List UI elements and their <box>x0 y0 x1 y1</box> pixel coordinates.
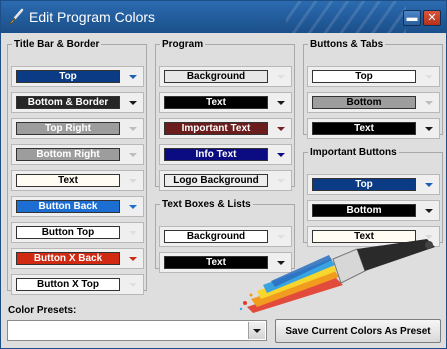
color-swatch[interactable]: Top <box>312 178 416 191</box>
color-picker-important-bottom[interactable]: Bottom <box>307 200 440 221</box>
color-presets-dropdown[interactable] <box>7 320 267 341</box>
window-title: Edit Program Colors <box>29 9 156 25</box>
dropdown-arrow-icon[interactable] <box>275 97 287 109</box>
dropdown-arrow-icon[interactable] <box>275 175 287 187</box>
dropdown-arrow-icon[interactable] <box>127 253 139 265</box>
group-title-bar-border: Title Bar & Border Top Bottom & Border T… <box>7 39 147 295</box>
minimize-button[interactable]: ▬ <box>403 10 421 26</box>
color-swatch[interactable]: Top <box>312 70 416 83</box>
dropdown-arrow-icon[interactable] <box>127 227 139 239</box>
color-swatch[interactable]: Bottom & Border <box>16 96 120 109</box>
title-bar-decoration <box>286 1 406 33</box>
color-picker-program-background[interactable]: Background <box>159 66 292 87</box>
dropdown-arrow-icon[interactable] <box>127 279 139 291</box>
color-picker-tabs-text[interactable]: Text <box>307 118 440 139</box>
group-legend: Program <box>162 39 204 50</box>
dropdown-arrow-icon[interactable] <box>127 71 139 83</box>
color-picker-title-top-right[interactable]: Top Right <box>11 118 144 139</box>
color-swatch[interactable]: Top Right <box>16 122 120 135</box>
paintbrush-app-icon <box>7 8 25 26</box>
group-program: Program Background Text Important Text I… <box>155 39 295 191</box>
color-swatch[interactable]: Button Top <box>16 226 120 239</box>
dropdown-arrow-icon[interactable] <box>423 97 435 109</box>
color-picker-button-back[interactable]: Button Back <box>11 196 144 217</box>
color-picker-title-bottom-right[interactable]: Bottom Right <box>11 144 144 165</box>
dropdown-arrow-icon[interactable] <box>423 179 435 191</box>
chevron-down-icon <box>253 329 261 333</box>
color-swatch[interactable]: Bottom <box>312 204 416 217</box>
color-swatch[interactable]: Logo Background <box>164 174 268 187</box>
group-legend: Buttons & Tabs <box>310 39 384 50</box>
color-swatch[interactable]: Bottom Right <box>16 148 120 161</box>
dropdown-arrow-icon[interactable] <box>127 97 139 109</box>
group-legend: Text Boxes & Lists <box>162 199 251 210</box>
dropdown-arrow-icon[interactable] <box>275 71 287 83</box>
color-picker-tabs-bottom[interactable]: Bottom <box>307 92 440 113</box>
color-picker-tabs-top[interactable]: Top <box>307 66 440 87</box>
group-important-buttons: Important Buttons Top Bottom Text <box>303 147 443 247</box>
dropdown-arrow-icon[interactable] <box>423 123 435 135</box>
color-picker-title-bottom-border[interactable]: Bottom & Border <box>11 92 144 113</box>
color-swatch[interactable]: Important Text <box>164 122 268 135</box>
color-picker-button-top[interactable]: Button Top <box>11 222 144 243</box>
color-swatch[interactable]: Top <box>16 70 120 83</box>
color-picker-button-x-back[interactable]: Button X Back <box>11 248 144 269</box>
color-swatch[interactable]: Text <box>164 96 268 109</box>
save-preset-button[interactable]: Save Current Colors As Preset <box>275 319 441 343</box>
group-buttons-tabs: Buttons & Tabs Top Bottom Text <box>303 39 443 139</box>
paintbrush-illustration <box>239 239 435 313</box>
dropdown-arrow-icon[interactable] <box>127 123 139 135</box>
color-swatch[interactable]: Text <box>16 174 120 187</box>
color-picker-logo-background[interactable]: Logo Background <box>159 170 292 191</box>
color-picker-button-x-top[interactable]: Button X Top <box>11 274 144 295</box>
color-swatch[interactable]: Text <box>312 122 416 135</box>
dropdown-arrow-icon[interactable] <box>275 149 287 161</box>
color-picker-program-text[interactable]: Text <box>159 92 292 113</box>
group-legend: Important Buttons <box>310 147 397 158</box>
dropdown-arrow-icon[interactable] <box>423 71 435 83</box>
edit-program-colors-window: Edit Program Colors ▬ ✕ Title Bar & Bord… <box>0 0 447 349</box>
color-swatch[interactable]: Info Text <box>164 148 268 161</box>
dropdown-arrow-icon[interactable] <box>127 175 139 187</box>
group-legend: Title Bar & Border <box>14 39 100 50</box>
dropdown-arrow-icon[interactable] <box>127 149 139 161</box>
color-swatch[interactable]: Button X Back <box>16 252 120 265</box>
color-swatch[interactable]: Background <box>164 70 268 83</box>
dropdown-arrow-icon[interactable] <box>127 201 139 213</box>
color-picker-important-top[interactable]: Top <box>307 174 440 195</box>
presets-dropdown-button[interactable] <box>248 322 265 339</box>
title-bar[interactable]: Edit Program Colors ▬ ✕ <box>1 1 446 33</box>
color-swatch[interactable]: Button X Top <box>16 278 120 291</box>
color-picker-title-text[interactable]: Text <box>11 170 144 191</box>
color-swatch[interactable]: Bottom <box>312 96 416 109</box>
close-button[interactable]: ✕ <box>423 10 441 26</box>
dropdown-arrow-icon[interactable] <box>275 123 287 135</box>
color-picker-important-text[interactable]: Important Text <box>159 118 292 139</box>
dropdown-arrow-icon[interactable] <box>423 205 435 217</box>
color-swatch[interactable]: Button Back <box>16 200 120 213</box>
color-picker-title-top[interactable]: Top <box>11 66 144 87</box>
color-presets-label: Color Presets: <box>8 305 77 316</box>
color-picker-info-text[interactable]: Info Text <box>159 144 292 165</box>
